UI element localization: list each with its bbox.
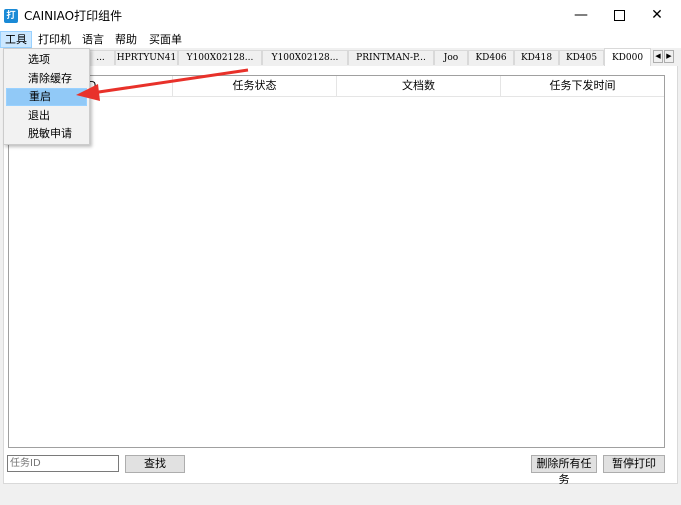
tab-printer[interactable]: PRINTMAN-P... [348,50,434,65]
tab-printer[interactable]: Y100X02128... [178,50,262,65]
tab-printer[interactable]: Y100X02128... [262,50,348,65]
printer-tabs: ... HPRTYUN41 Y100X02128... Y100X02128..… [0,48,681,66]
menu-language[interactable]: 语言 [78,31,108,48]
tab-scroll-left-icon[interactable]: ◀ [653,50,663,63]
app-window: 打 CAINIAO打印组件 — ✕ 工具 打印机 语言 帮助 买面单 ... H… [0,0,681,505]
menu-item-options[interactable]: 选项 [6,51,87,69]
tab-printer[interactable]: ... [86,50,115,65]
close-button[interactable]: ✕ [638,0,676,31]
task-grid[interactable]: ID 任务状态 文档数 任务下发时间 [8,75,665,448]
menu-buy-waybill[interactable]: 买面单 [145,31,186,48]
delete-all-tasks-button[interactable]: 删除所有任务 [531,455,597,486]
tab-printer[interactable]: KD406 [468,50,514,65]
pause-print-button[interactable]: 暂停打印 [603,455,665,473]
column-header-issue-time[interactable]: 任务下发时间 [501,76,664,96]
tab-printer[interactable]: KD418 [514,50,559,65]
tools-dropdown-menu: 选项 清除缓存 重启 退出 脱敏申请 [3,48,90,145]
app-icon: 打 [4,9,18,23]
window-title: CAINIAO打印组件 [24,9,123,23]
column-header-status[interactable]: 任务状态 [173,76,337,96]
tab-printer-selected[interactable]: KD000 [604,48,651,66]
menu-item-exit[interactable]: 退出 [6,107,87,125]
menu-item-clear-cache[interactable]: 清除缓存 [6,70,87,88]
tab-printer[interactable]: KD405 [559,50,604,65]
status-bar [0,484,681,505]
menu-bar: 工具 打印机 语言 帮助 买面单 [0,31,681,48]
maximize-icon [613,9,625,21]
minimize-button[interactable]: — [562,0,600,31]
tab-printer[interactable]: Joo [434,50,468,65]
menu-help[interactable]: 帮助 [111,31,141,48]
maximize-button[interactable] [600,0,638,31]
find-button[interactable]: 查找 [125,455,185,473]
menu-item-desensitize-request[interactable]: 脱敏申请 [6,125,87,143]
grid-header: ID 任务状态 文档数 任务下发时间 [9,76,664,97]
tab-printer[interactable]: HPRTYUN41 [115,50,178,65]
menu-tools[interactable]: 工具 [0,31,32,48]
title-bar: 打 CAINIAO打印组件 — ✕ [0,0,681,31]
menu-item-restart[interactable]: 重启 [6,88,87,106]
menu-printer[interactable]: 打印机 [34,31,75,48]
column-header-doc-count[interactable]: 文档数 [337,76,501,96]
tab-scroll-right-icon[interactable]: ▶ [664,50,674,63]
task-id-input[interactable] [7,455,119,472]
